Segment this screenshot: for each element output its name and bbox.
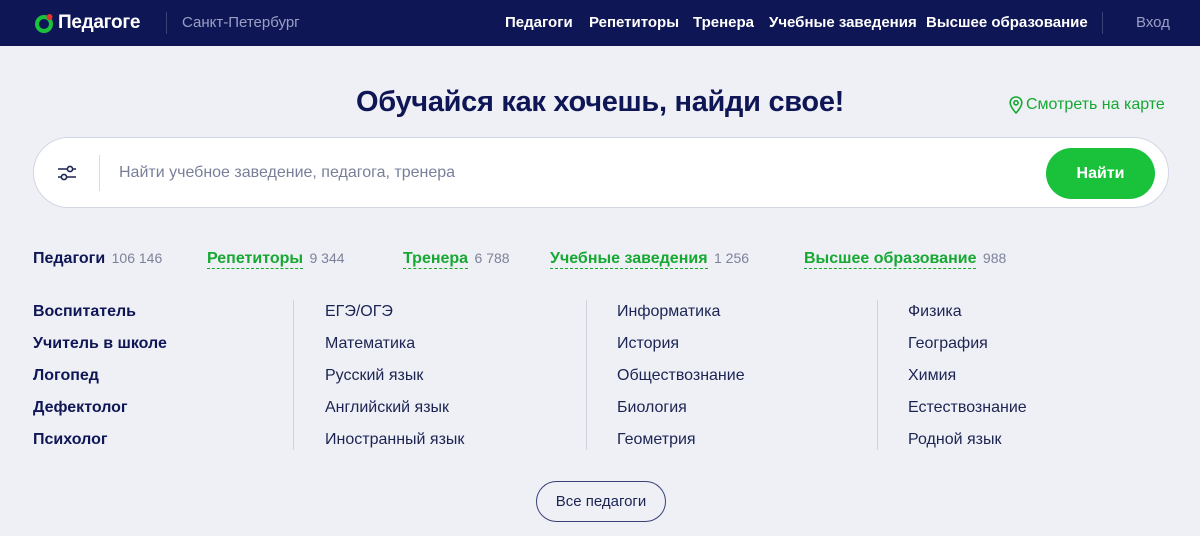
login-link[interactable]: Вход bbox=[1136, 14, 1170, 31]
tab-teachers[interactable]: Педагоги 106 146 bbox=[33, 250, 162, 268]
search-divider bbox=[99, 155, 100, 191]
tab-count: 9 344 bbox=[309, 250, 345, 266]
logo-icon bbox=[35, 14, 53, 33]
category-link[interactable]: Русский язык bbox=[325, 366, 464, 398]
tab-trainers[interactable]: Тренера 6 788 bbox=[403, 250, 510, 269]
nav-higher-education[interactable]: Высшее образование bbox=[926, 14, 1088, 31]
category-link[interactable]: Обществознание bbox=[617, 366, 745, 398]
category-link[interactable]: Родной язык bbox=[908, 430, 1027, 462]
tab-count: 1 256 bbox=[714, 250, 750, 266]
map-link-label: Смотреть на карте bbox=[1026, 96, 1165, 113]
column-divider bbox=[293, 300, 294, 450]
category-link[interactable]: Психолог bbox=[33, 430, 167, 462]
search-button[interactable]: Найти bbox=[1046, 148, 1155, 199]
nav-tutors[interactable]: Репетиторы bbox=[589, 14, 679, 31]
category-link[interactable]: ЕГЭ/ОГЭ bbox=[325, 302, 464, 334]
nav-teachers[interactable]: Педагоги bbox=[505, 14, 573, 31]
tab-tutors[interactable]: Репетиторы 9 344 bbox=[207, 250, 345, 269]
category-link[interactable]: Информатика bbox=[617, 302, 745, 334]
map-pin-icon bbox=[1009, 96, 1023, 114]
category-column-2: ЕГЭ/ОГЭ Математика Русский язык Английск… bbox=[325, 302, 464, 462]
tab-label: Репетиторы bbox=[207, 250, 304, 269]
category-link[interactable]: Математика bbox=[325, 334, 464, 366]
category-column-3: Информатика История Обществознание Биоло… bbox=[617, 302, 745, 462]
category-column-1: Воспитатель Учитель в школе Логопед Дефе… bbox=[33, 302, 167, 462]
header-divider bbox=[1102, 12, 1103, 34]
header-divider bbox=[166, 12, 167, 34]
category-link[interactable]: Естествознание bbox=[908, 398, 1027, 430]
category-link[interactable]: Воспитатель bbox=[33, 302, 167, 334]
nav-institutions[interactable]: Учебные заведения bbox=[769, 14, 917, 31]
nav-trainers[interactable]: Тренера bbox=[693, 14, 754, 31]
tab-institutions[interactable]: Учебные заведения 1 256 bbox=[550, 250, 750, 269]
category-link[interactable]: География bbox=[908, 334, 1027, 366]
category-link[interactable]: Английский язык bbox=[325, 398, 464, 430]
tab-label: Высшее образование bbox=[804, 250, 977, 269]
category-link[interactable]: Биология bbox=[617, 398, 745, 430]
map-link[interactable]: Смотреть на карте bbox=[1009, 96, 1165, 114]
category-link[interactable]: Учитель в школе bbox=[33, 334, 167, 366]
category-column-4: Физика География Химия Естествознание Ро… bbox=[908, 302, 1027, 462]
tab-count: 6 788 bbox=[474, 250, 510, 266]
category-link[interactable]: Дефектолог bbox=[33, 398, 167, 430]
category-link[interactable]: Химия bbox=[908, 366, 1027, 398]
search-bar: Найти bbox=[33, 137, 1169, 208]
category-link[interactable]: Физика bbox=[908, 302, 1027, 334]
column-divider bbox=[586, 300, 587, 450]
top-header: Педагоге Санкт-Петербург Педагоги Репети… bbox=[0, 0, 1200, 46]
tab-count: 106 146 bbox=[111, 250, 163, 266]
category-link[interactable]: Логопед bbox=[33, 366, 167, 398]
tab-label: Педагоги bbox=[33, 250, 106, 267]
all-teachers-button[interactable]: Все педагоги bbox=[536, 481, 666, 522]
column-divider bbox=[877, 300, 878, 450]
category-link[interactable]: Геометрия bbox=[617, 430, 745, 462]
category-link[interactable]: История bbox=[617, 334, 745, 366]
city-selector[interactable]: Санкт-Петербург bbox=[182, 14, 300, 31]
filter-icon[interactable] bbox=[56, 163, 78, 183]
search-input[interactable] bbox=[119, 158, 1019, 188]
brand-name: Педагоге bbox=[58, 12, 141, 33]
category-link[interactable]: Иностранный язык bbox=[325, 430, 464, 462]
tab-label: Тренера bbox=[403, 250, 469, 269]
tab-count: 988 bbox=[982, 250, 1007, 266]
tab-higher-education[interactable]: Высшее образование 988 bbox=[804, 250, 1007, 269]
tab-label: Учебные заведения bbox=[550, 250, 708, 269]
brand-logo[interactable]: Педагоге bbox=[33, 11, 141, 35]
